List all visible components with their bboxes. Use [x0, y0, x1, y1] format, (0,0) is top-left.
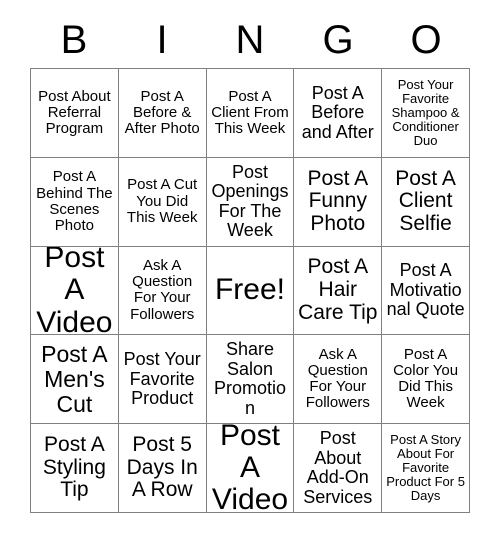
bingo-cell-label: Post About Referral Program — [38, 87, 111, 137]
bingo-cell-label: Post A Client From This Week — [211, 87, 289, 137]
bingo-cell-label: Post A Video — [36, 246, 113, 336]
bingo-cell-label: Post A Behind The Scenes Photo — [36, 168, 113, 234]
bingo-cell-label: Post A Client Selfie — [395, 166, 456, 236]
bingo-cell[interactable]: Post Openings For The Week — [206, 157, 295, 247]
bingo-cell[interactable]: Share Salon Promotion — [206, 335, 295, 425]
bingo-cell[interactable]: Post A Funny Photo — [294, 157, 383, 247]
bingo-cell[interactable]: Post A Hair Care Tip — [294, 246, 383, 336]
bingo-cell-label: Post A Funny Photo — [307, 166, 369, 236]
bingo-cell[interactable]: Post A Behind The Scenes Photo — [31, 157, 119, 247]
bingo-header-letter-b: B — [60, 18, 88, 62]
bingo-cell[interactable]: Post 5 Days In A Row — [118, 424, 207, 513]
bingo-cell-label: Post A Story About For Favorite Product … — [386, 432, 465, 504]
bingo-cell-label: Post A Video — [211, 424, 289, 513]
bingo-header-letter-o: O — [410, 18, 442, 62]
bingo-cell[interactable]: Post About Add-On Services — [294, 424, 383, 513]
bingo-cell[interactable]: Post A Styling Tip — [31, 424, 119, 513]
bingo-cell[interactable]: Post A Video — [31, 246, 119, 336]
bingo-cell-label: Post Your Favorite Shampoo & Conditioner… — [391, 76, 460, 148]
bingo-cell-label: Post A Men's Cut — [41, 341, 108, 417]
bingo-cell-label: Free! — [214, 273, 285, 307]
bingo-cell-label: Post A Hair Care Tip — [298, 255, 378, 324]
bingo-cell[interactable]: Post Your Favorite Product — [118, 335, 207, 425]
bingo-cell-label: Share Salon Promotion — [213, 339, 286, 418]
bingo-cell[interactable]: Post A Client From This Week — [206, 69, 295, 158]
bingo-cell[interactable]: Post A Video — [206, 424, 295, 513]
bingo-cell[interactable]: Post About Referral Program — [31, 69, 119, 158]
bingo-grid: Post About Referral Program Post A Before… — [30, 68, 470, 513]
bingo-cell-label: Post A Color You Did This Week — [393, 345, 459, 412]
bingo-cell-label: Post A Before and After — [301, 82, 374, 142]
bingo-cell[interactable]: Post A Before and After — [294, 69, 383, 158]
bingo-cell-label: Post 5 Days In A Row — [126, 433, 198, 502]
bingo-header-letter-i: I — [156, 18, 168, 62]
bingo-header-row: BINGO — [30, 14, 470, 66]
bingo-cell[interactable]: Post A Motivational Quote — [382, 246, 470, 336]
bingo-header-letter-g: G — [322, 18, 354, 62]
bingo-cell-label: Ask A Question For Your Followers — [130, 257, 195, 323]
bingo-cell[interactable]: Post A Before & After Photo — [118, 69, 207, 158]
bingo-cell-label: Post Your Favorite Product — [123, 349, 201, 408]
bingo-cell-label: Post About Add-On Services — [303, 428, 373, 507]
bingo-cell[interactable]: Post A Client Selfie — [382, 157, 470, 247]
bingo-cell[interactable]: Ask A Question For Your Followers — [118, 246, 207, 336]
bingo-cell-label: Post A Motivational Quote — [386, 260, 465, 320]
bingo-free-space-cell[interactable]: Free! — [206, 246, 295, 336]
bingo-header-letter-n: N — [235, 18, 265, 62]
bingo-cell[interactable]: Post A Story About For Favorite Product … — [382, 424, 470, 513]
bingo-card: B I N G O Post About Referral Program Post A … — [0, 0, 500, 544]
bingo-cell-label: Post A Before & After Photo — [124, 87, 200, 137]
bingo-cell[interactable]: Ask A Question For Your Followers — [294, 335, 383, 425]
bingo-cell[interactable]: Post A Cut You Did This Week — [118, 157, 207, 247]
bingo-cell[interactable]: Post A Men's Cut — [31, 335, 119, 425]
bingo-cell-label: Post A Styling Tip — [42, 433, 106, 502]
bingo-cell-label: Ask A Question For Your Followers — [305, 345, 370, 412]
bingo-cell-label: Post Openings For The Week — [211, 161, 289, 241]
bingo-cell[interactable]: Post Your Favorite Shampoo & Conditioner… — [382, 69, 470, 158]
bingo-cell-label: Post A Cut You Did This Week — [126, 176, 198, 226]
bingo-cell[interactable]: Post A Color You Did This Week — [382, 335, 470, 425]
